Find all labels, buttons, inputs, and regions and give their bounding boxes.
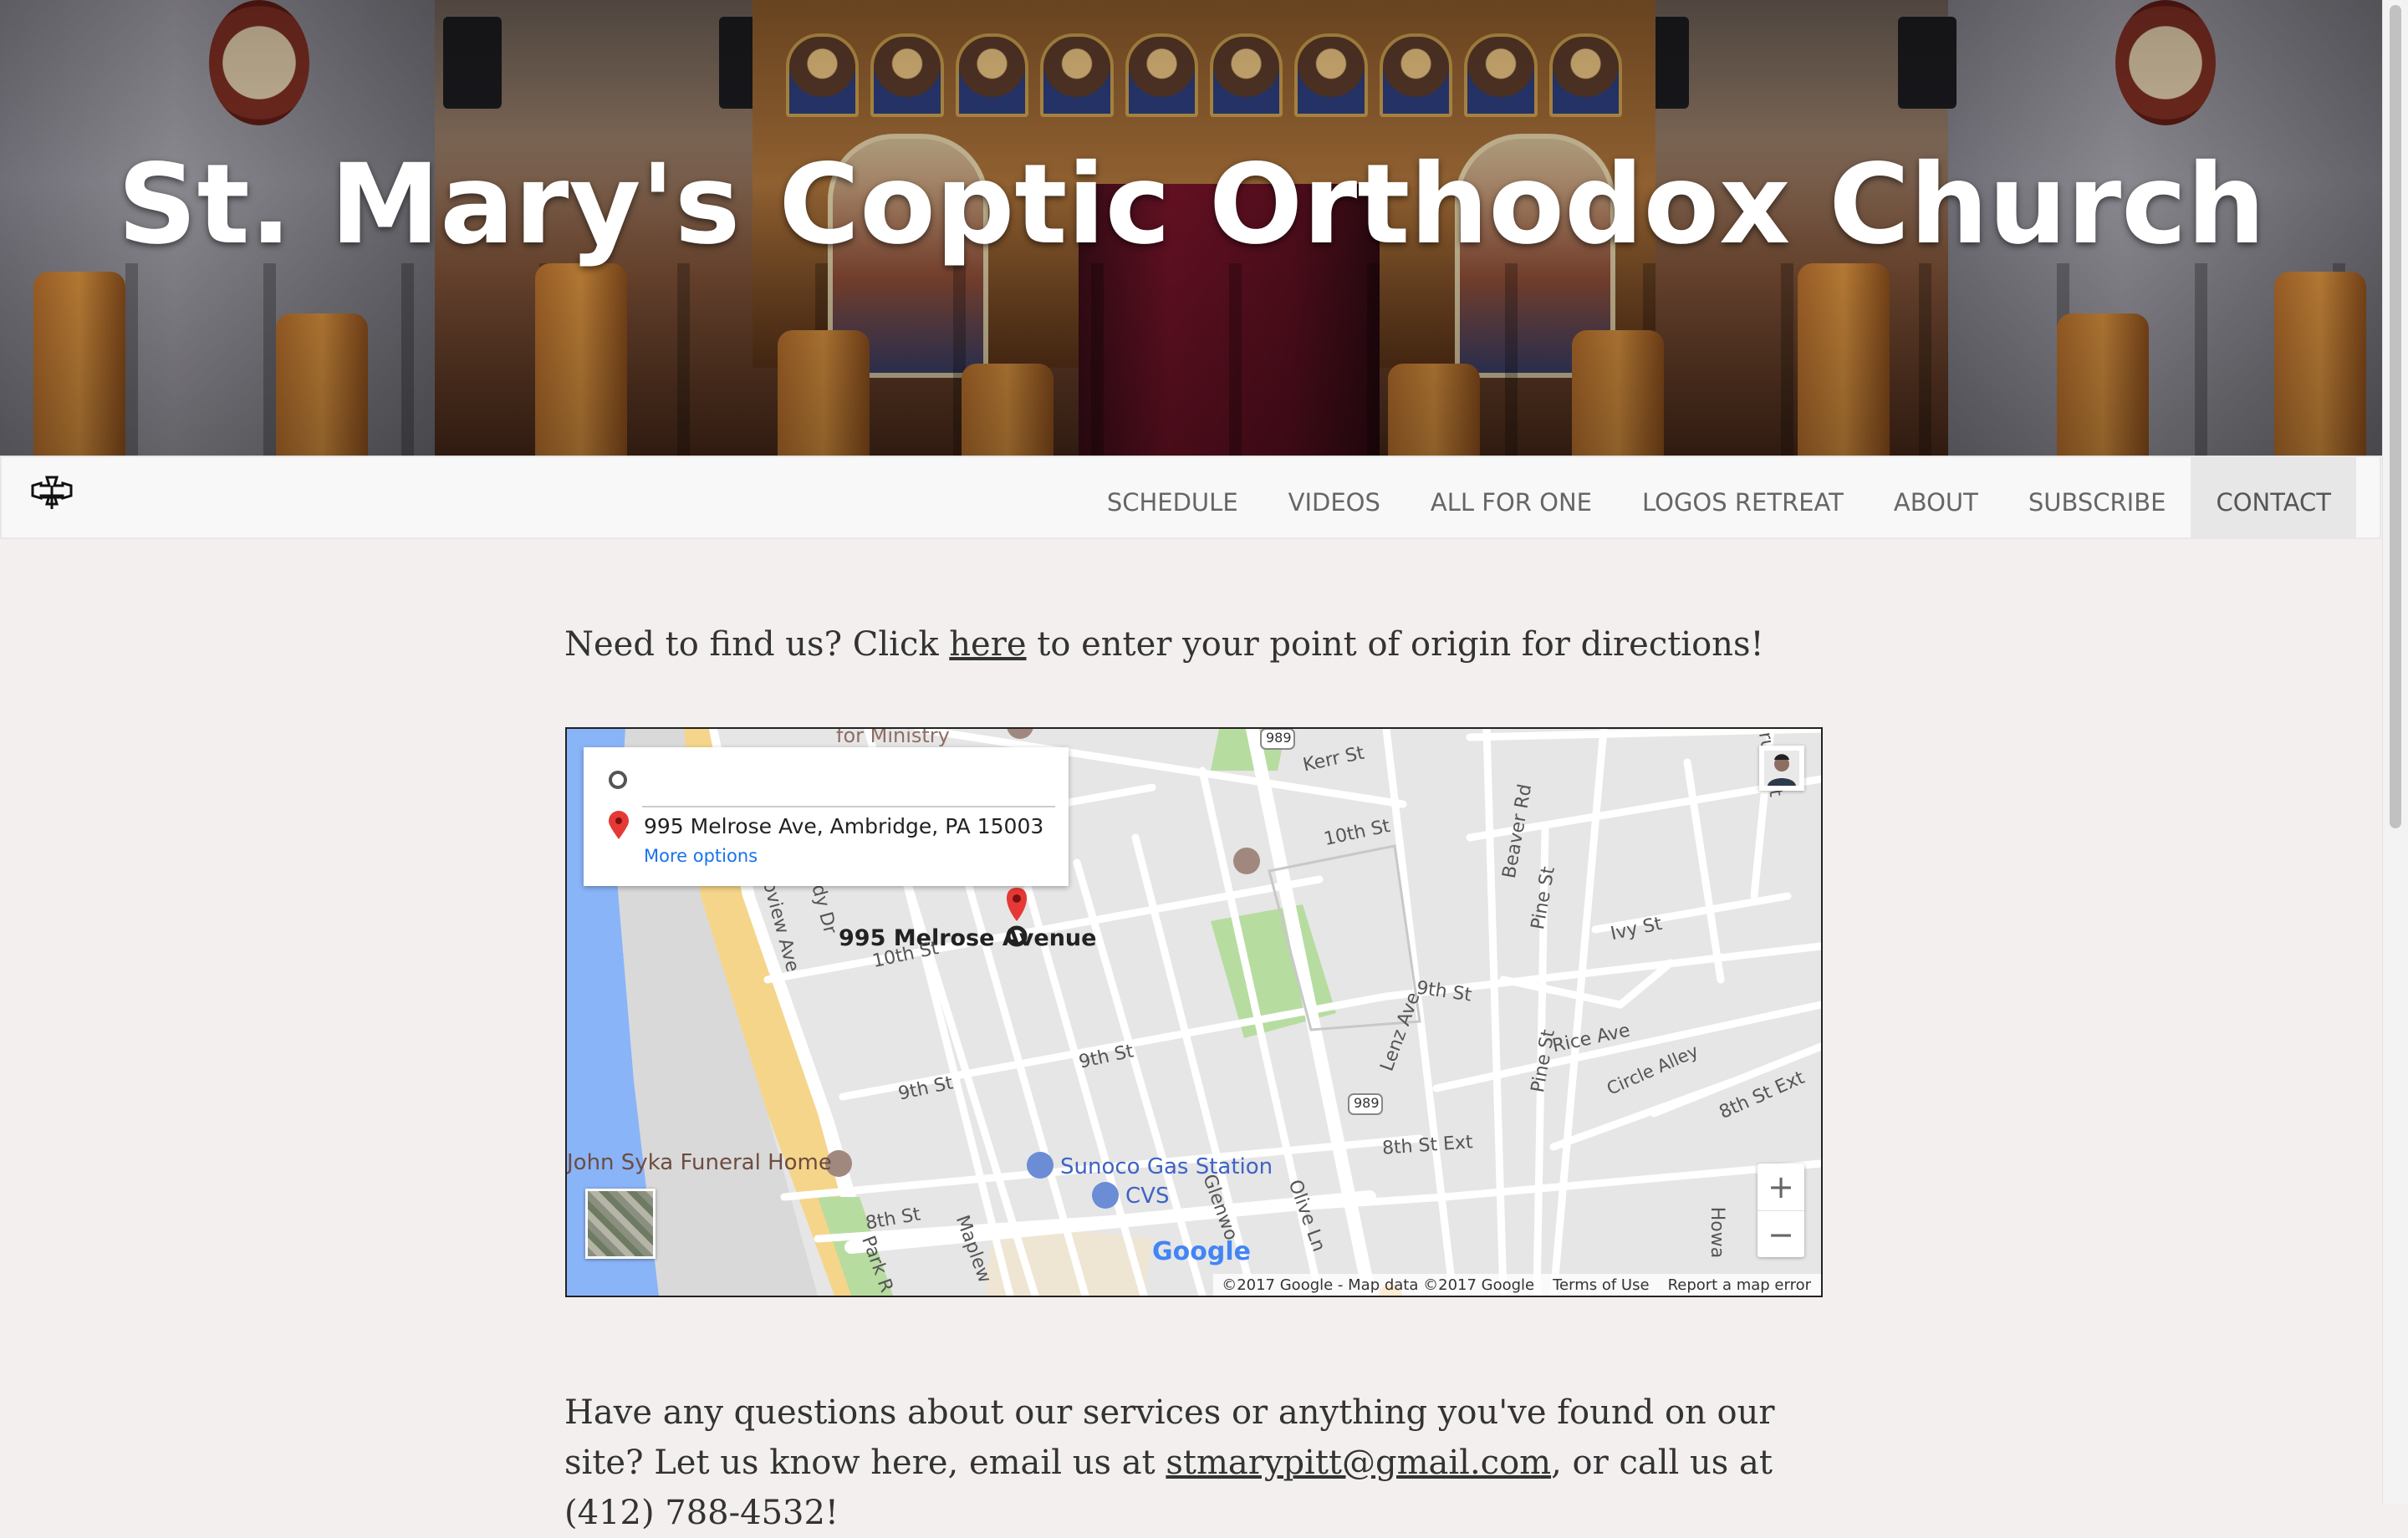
zoom-in-button[interactable]: +: [1758, 1164, 1804, 1210]
email-link[interactable]: stmarypitt@gmail.com: [1166, 1444, 1551, 1482]
contact-paragraph: Have any questions about our services or…: [564, 1393, 1775, 1532]
map-place-cvs: CVS: [1125, 1184, 1170, 1209]
more-options-link[interactable]: More options: [644, 846, 758, 866]
route-shield-label: 989: [1354, 1095, 1380, 1111]
nav-item-schedule[interactable]: SCHEDULE: [1082, 457, 1263, 537]
nav-item-videos[interactable]: VIDEOS: [1263, 457, 1406, 537]
zoom-out-button[interactable]: −: [1758, 1210, 1804, 1258]
origin-input[interactable]: [642, 767, 1055, 807]
destination-address: 995 Melrose Ave, Ambridge, PA 15003: [644, 814, 1044, 838]
map-attribution: ©2017 Google - Map data ©2017 Google Ter…: [1213, 1274, 1821, 1296]
coptic-cross-icon[interactable]: [27, 472, 77, 522]
hero-banner: St. Mary's Coptic Orthodox Church: [0, 0, 2383, 456]
map-place-ministry: for Ministry: [836, 727, 950, 747]
nav-menu: SCHEDULE VIDEOS ALL FOR ONE LOGOS RETREA…: [1082, 457, 2356, 537]
google-map[interactable]: 995 Melrose Avenue for Ministry John Syk…: [565, 727, 1823, 1297]
report-map-error-link[interactable]: Report a map error: [1668, 1276, 1811, 1294]
map-copyright: ©2017 Google - Map data ©2017 Google: [1222, 1276, 1535, 1294]
nav-item-all-for-one[interactable]: ALL FOR ONE: [1406, 457, 1617, 537]
user-avatar-icon: [1764, 751, 1799, 786]
nav-item-contact[interactable]: CONTACT: [2191, 457, 2356, 537]
directions-card: 995 Melrose Ave, Ambridge, PA 15003 More…: [584, 747, 1069, 886]
directions-intro: Need to find us? Click here to enter you…: [564, 625, 1764, 664]
nav-item-about[interactable]: ABOUT: [1869, 457, 2003, 537]
satellite-view-toggle[interactable]: [585, 1189, 656, 1259]
map-account-avatar[interactable]: [1759, 746, 1804, 791]
nav-item-logos-retreat[interactable]: LOGOS RETREAT: [1617, 457, 1869, 537]
page-scrollbar[interactable]: [2382, 0, 2408, 1505]
google-logo: Google: [1152, 1237, 1251, 1266]
navbar: SCHEDULE VIDEOS ALL FOR ONE LOGOS RETREA…: [0, 456, 2381, 539]
site-title: St. Mary's Coptic Orthodox Church: [117, 140, 2266, 269]
map-place-funeral-home: John Syka Funeral Home: [567, 1150, 832, 1175]
destination-pin-icon: [609, 811, 629, 839]
map-place-sunoco: Sunoco Gas Station: [1060, 1154, 1273, 1179]
nav-item-subscribe[interactable]: SUBSCRIBE: [2003, 457, 2191, 537]
map-street-label: Howa: [1707, 1206, 1728, 1259]
directions-link[interactable]: here: [949, 625, 1026, 664]
origin-circle-icon: [609, 771, 627, 789]
zoom-controls: + −: [1758, 1164, 1804, 1257]
map-pin-label: 995 Melrose Avenue: [839, 925, 1097, 951]
route-shield-label: 989: [1266, 730, 1292, 746]
terms-of-use-link[interactable]: Terms of Use: [1553, 1276, 1649, 1294]
scrollbar-thumb[interactable]: [2390, 5, 2401, 828]
